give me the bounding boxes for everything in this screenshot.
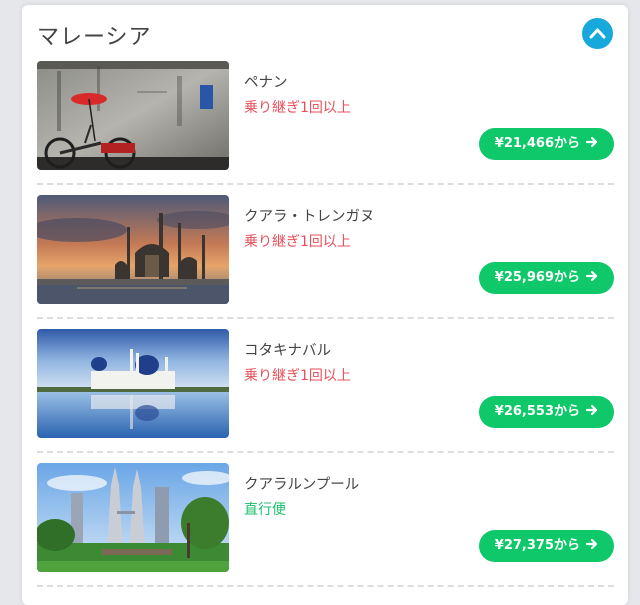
destination-item[interactable]: クアラ・トレンガヌ 乗り継ぎ1回以上 ¥25,969から xyxy=(37,195,614,319)
item-divider xyxy=(37,317,614,319)
price-button[interactable]: ¥27,375から xyxy=(478,530,614,562)
city-name[interactable]: コタキナバル xyxy=(244,339,331,360)
city-name[interactable]: ペナン xyxy=(244,71,288,92)
chevron-up-icon xyxy=(589,28,606,39)
arrow-right-icon xyxy=(586,136,598,148)
section-header: マレーシア xyxy=(22,5,628,61)
transit-info: 乗り継ぎ1回以上 xyxy=(244,100,351,116)
price-label: ¥21,466から xyxy=(494,136,580,151)
city-name[interactable]: クアラルンプール xyxy=(244,473,359,494)
item-divider xyxy=(37,585,614,587)
transit-info: 乗り継ぎ1回以上 xyxy=(244,234,351,250)
destination-item[interactable]: クアラルンプール 直行便 ¥27,375から xyxy=(37,463,614,587)
price-button[interactable]: ¥21,466から xyxy=(478,128,614,160)
kuala-lumpur-photo[interactable] xyxy=(37,463,229,572)
price-button[interactable]: ¥26,553から xyxy=(478,396,614,428)
arrow-right-icon xyxy=(586,538,598,550)
price-label: ¥27,375から xyxy=(494,538,580,553)
destination-item[interactable]: ペナン 乗り継ぎ1回以上 ¥21,466から xyxy=(37,61,614,185)
destination-item[interactable]: コタキナバル 乗り継ぎ1回以上 ¥26,553から xyxy=(37,329,614,453)
item-divider xyxy=(37,183,614,185)
transit-info: 乗り継ぎ1回以上 xyxy=(244,368,351,384)
collapse-button[interactable] xyxy=(582,18,613,49)
transit-info: 直行便 xyxy=(244,502,286,518)
price-button[interactable]: ¥25,969から xyxy=(478,262,614,294)
kuala-terengganu-photo[interactable] xyxy=(37,195,229,304)
country-title: マレーシア xyxy=(37,25,152,50)
destination-card: マレーシア ペナン 乗り継ぎ1回以上 ¥21,466から クアラ・トレンガヌ 乗… xyxy=(22,5,628,605)
price-label: ¥25,969から xyxy=(494,270,580,285)
penang-photo[interactable] xyxy=(37,61,229,170)
arrow-right-icon xyxy=(586,270,598,282)
city-name[interactable]: クアラ・トレンガヌ xyxy=(244,205,375,226)
price-label: ¥26,553から xyxy=(494,404,580,419)
arrow-right-icon xyxy=(586,404,598,416)
item-divider xyxy=(37,451,614,453)
kota-kinabalu-photo[interactable] xyxy=(37,329,229,438)
